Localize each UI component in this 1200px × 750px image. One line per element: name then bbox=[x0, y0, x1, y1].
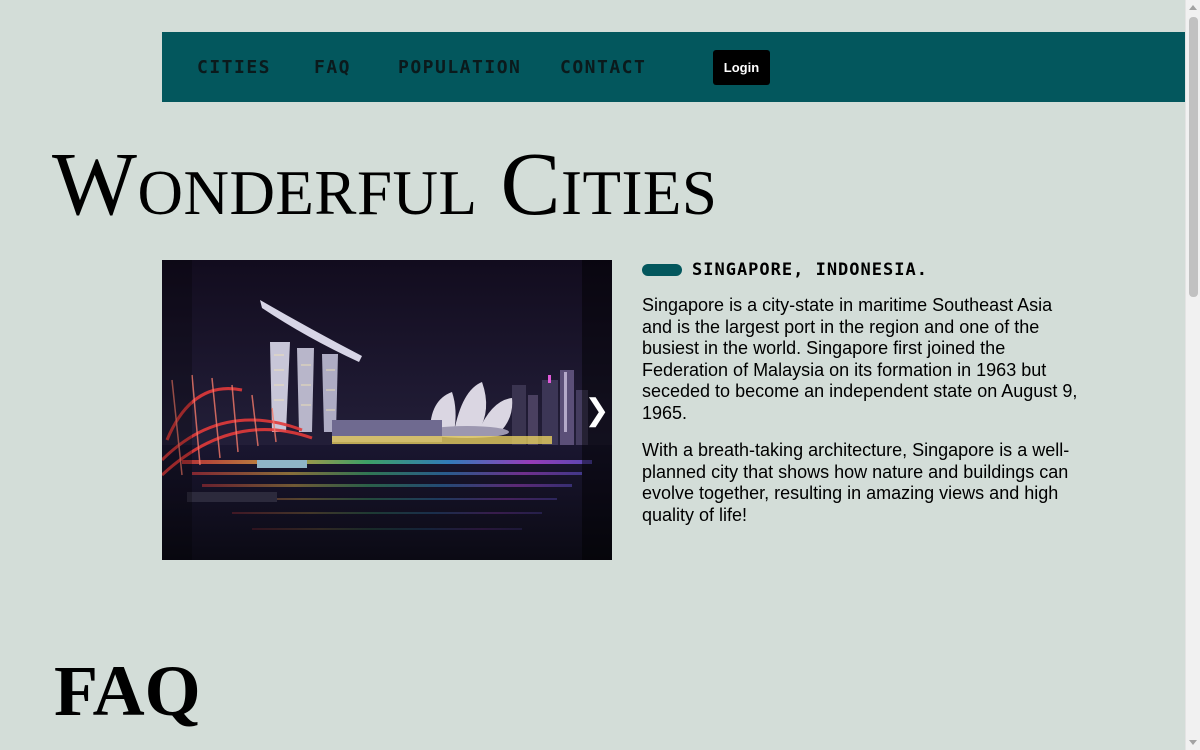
nav-link-cities[interactable]: CITIES bbox=[197, 32, 271, 102]
city-photo bbox=[162, 260, 612, 560]
page-title: Wonderful Cities bbox=[52, 135, 718, 234]
city-name: SINGAPORE, INDONESIA. bbox=[692, 260, 928, 280]
city-heading: SINGAPORE, INDONESIA. bbox=[642, 260, 1082, 280]
nav-link-faq[interactable]: FAQ bbox=[314, 32, 351, 102]
city-description-2: With a breath-taking architecture, Singa… bbox=[642, 440, 1070, 525]
city-carousel[interactable]: ❯ bbox=[162, 260, 612, 560]
carousel-next-button[interactable]: ❯ bbox=[582, 260, 612, 560]
vertical-scrollbar[interactable] bbox=[1185, 0, 1200, 750]
city-info: SINGAPORE, INDONESIA. Singapore is a cit… bbox=[642, 260, 1082, 526]
scroll-down-icon[interactable] bbox=[1189, 740, 1197, 745]
faq-heading: FAQ bbox=[54, 651, 201, 731]
login-button[interactable]: Login bbox=[713, 50, 770, 85]
scroll-thumb[interactable] bbox=[1189, 17, 1198, 297]
scroll-up-icon[interactable] bbox=[1189, 5, 1197, 10]
top-navbar: CITIES FAQ POPULATION CONTACT Login bbox=[162, 32, 1185, 102]
city-description-1: Singapore is a city-state in maritime So… bbox=[642, 295, 1078, 423]
chevron-right-icon: ❯ bbox=[584, 393, 610, 427]
pill-marker-icon bbox=[642, 264, 682, 276]
nav-link-population[interactable]: POPULATION bbox=[398, 32, 521, 102]
nav-link-contact[interactable]: CONTACT bbox=[560, 32, 646, 102]
carousel-prev-shade bbox=[162, 260, 192, 560]
